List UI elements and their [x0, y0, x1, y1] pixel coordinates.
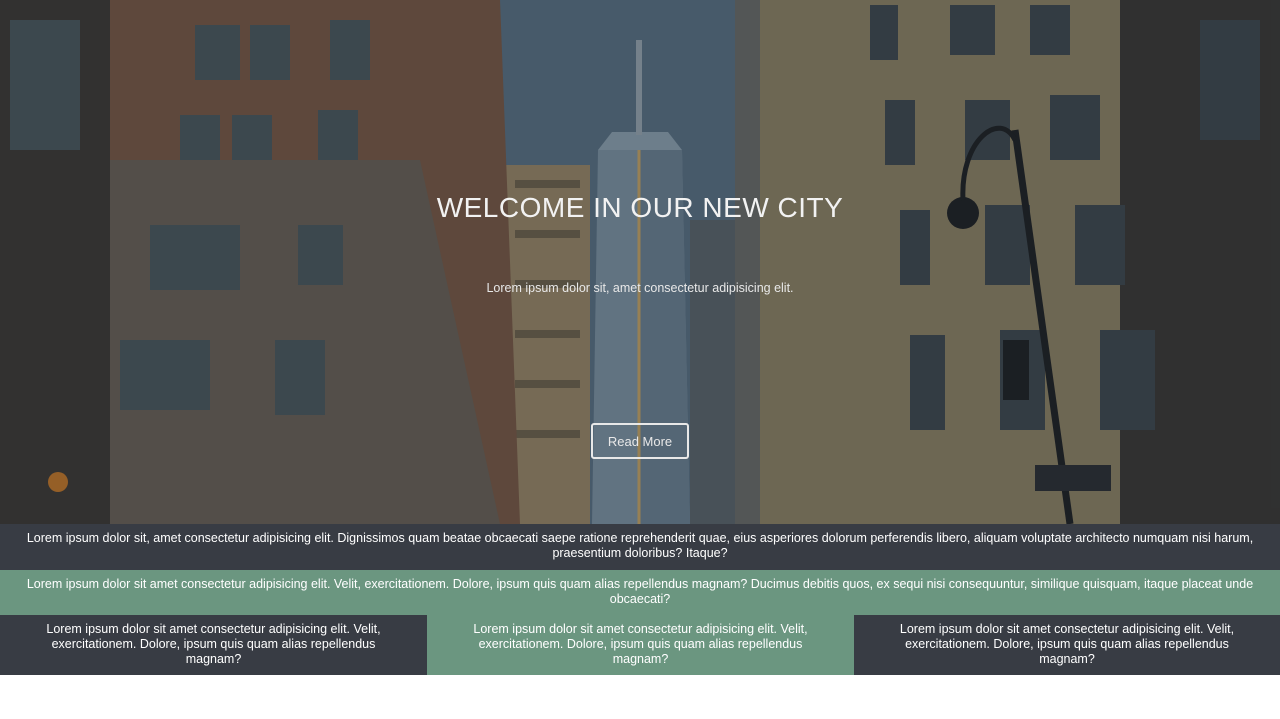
read-more-button[interactable]: Read More	[591, 423, 689, 459]
column-left: Lorem ipsum dolor sit amet consectetur a…	[0, 615, 427, 675]
green-text-band: Lorem ipsum dolor sit amet consectetur a…	[0, 570, 1280, 615]
three-column-row: Lorem ipsum dolor sit amet consectetur a…	[0, 615, 1280, 675]
green-band-text: Lorem ipsum dolor sit amet consectetur a…	[26, 577, 1254, 606]
hero-section: WELCOME IN OUR NEW CITY Lorem ipsum dolo…	[0, 0, 1280, 524]
hero-title: WELCOME IN OUR NEW CITY	[436, 192, 844, 223]
dark-band-text: Lorem ipsum dolor sit, amet consectetur …	[26, 531, 1254, 560]
column-left-text: Lorem ipsum dolor sit amet consectetur a…	[46, 622, 381, 666]
hero-subtitle: Lorem ipsum dolor sit, amet consectetur …	[486, 281, 794, 295]
column-right-text: Lorem ipsum dolor sit amet consectetur a…	[899, 622, 1235, 666]
column-middle: Lorem ipsum dolor sit amet consectetur a…	[427, 615, 854, 675]
column-middle-text: Lorem ipsum dolor sit amet consectetur a…	[473, 622, 808, 666]
column-right: Lorem ipsum dolor sit amet consectetur a…	[854, 615, 1280, 675]
dark-text-band: Lorem ipsum dolor sit, amet consectetur …	[0, 524, 1280, 570]
